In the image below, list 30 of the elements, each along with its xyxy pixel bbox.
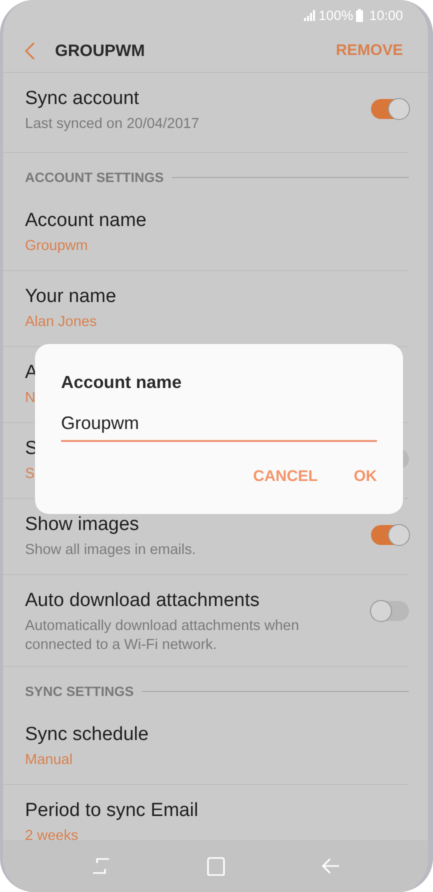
toggle-switch[interactable]: [371, 99, 409, 119]
setting-summary: Automatically download attachments when connected to a Wi-Fi network.: [25, 617, 300, 655]
setting-summary: 2 weeks: [25, 827, 78, 840]
section-header: ACCOUNT SETTINGS: [25, 170, 164, 184]
setting-summary: Groupwm: [25, 237, 88, 256]
setting-summary: Last synced on 20/04/2017: [25, 115, 200, 134]
setting-summary: Manual: [25, 751, 73, 770]
account-name-field[interactable]: Groupwm: [61, 413, 377, 442]
setting-title[interactable]: Your name: [25, 285, 116, 309]
setting-title[interactable]: Account name: [25, 209, 146, 233]
setting-title[interactable]: Sync schedule: [25, 723, 149, 747]
section-header: SYNC SETTINGS: [25, 684, 134, 698]
setting-summary: N: [25, 389, 36, 408]
setting-title[interactable]: Show images: [25, 513, 140, 537]
setting-summary: Alan Jones: [25, 313, 97, 332]
back-icon[interactable]: [25, 42, 35, 60]
home-icon[interactable]: [206, 856, 224, 876]
signal-icon: [304, 10, 316, 20]
setting-title[interactable]: Period to sync Email: [25, 799, 198, 823]
back-arrow-icon[interactable]: [322, 858, 340, 874]
setting-title[interactable]: Auto download attachments: [25, 589, 260, 613]
screen-title: GROUPWM: [55, 42, 146, 60]
battery-icon: [356, 8, 364, 22]
toggle-switch[interactable]: [371, 601, 409, 621]
setting-title[interactable]: Sync account: [25, 87, 140, 111]
setting-summary: S: [25, 465, 35, 484]
recent-apps-icon[interactable]: [92, 857, 110, 875]
setting-summary: Show all images in emails.: [25, 541, 196, 560]
dialog-title: Account name: [61, 372, 183, 393]
toggle-switch[interactable]: [371, 525, 409, 545]
